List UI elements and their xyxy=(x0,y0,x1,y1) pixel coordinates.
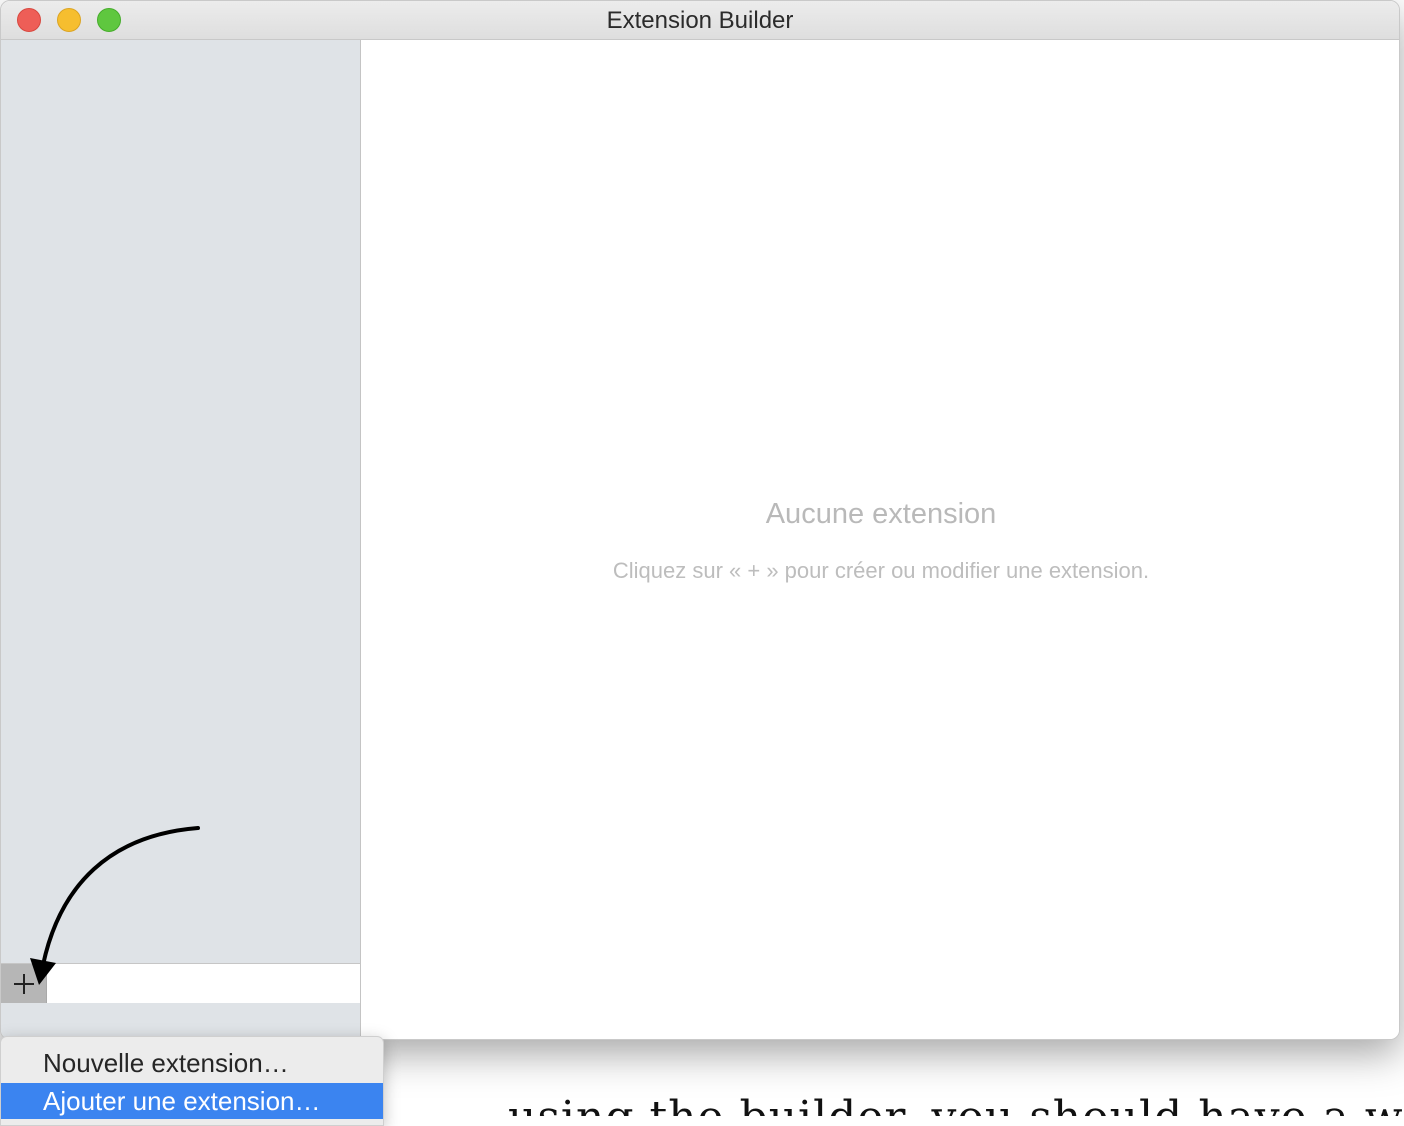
title-bar[interactable]: Extension Builder xyxy=(1,1,1399,40)
background-document-text-clip: using the builder, you should have a win… xyxy=(384,1092,1404,1116)
menu-item-new-extension[interactable]: Nouvelle extension… xyxy=(1,1045,383,1081)
empty-state-title: Aucune extension xyxy=(765,498,997,530)
window-title: Extension Builder xyxy=(606,7,794,34)
curved-arrow-icon xyxy=(30,826,200,985)
main-content: Aucune extension Cliquez sur « + » pour … xyxy=(361,40,1399,1039)
background-document-text: using the builder, you should have a win… xyxy=(508,1092,1404,1116)
empty-state-subtitle: Cliquez sur « + » pour créer ou modifier… xyxy=(612,558,1150,583)
add-popup-menu: Nouvelle extension… Ajouter une extensio… xyxy=(0,1036,384,1126)
menu-item-add-extension[interactable]: Ajouter une extension… xyxy=(1,1083,383,1119)
